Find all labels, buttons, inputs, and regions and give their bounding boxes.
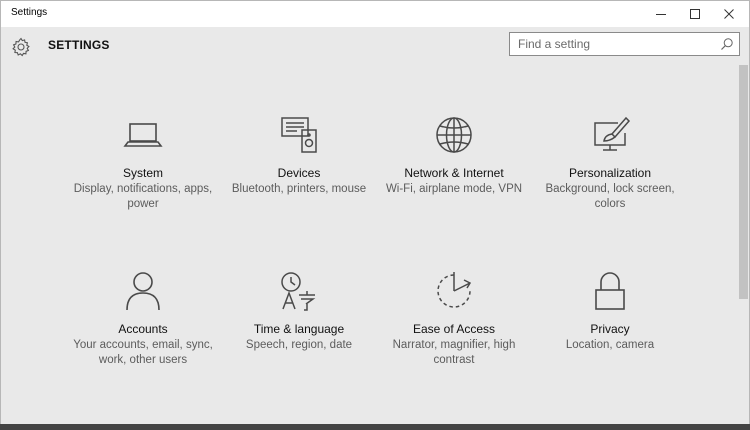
tile-description: Your accounts, email, sync, work, other … bbox=[73, 339, 213, 366]
tile-description: Wi-Fi, airplane mode, VPN bbox=[385, 183, 523, 195]
tile-ease-of-access[interactable]: Ease of Access Narrator, magnifier, high… bbox=[377, 269, 531, 389]
tile-title: Personalization bbox=[568, 166, 652, 180]
search-icon[interactable] bbox=[720, 37, 734, 51]
close-button[interactable] bbox=[709, 1, 749, 27]
search-box[interactable] bbox=[509, 32, 740, 56]
tile-time-language[interactable]: Time & language Speech, region, date bbox=[222, 269, 376, 389]
scrollbar[interactable] bbox=[739, 65, 748, 299]
tile-description: Narrator, magnifier, high contrast bbox=[392, 339, 516, 366]
settings-window: Settings SETTINGS Find a setting System … bbox=[0, 0, 750, 430]
lock-icon bbox=[595, 272, 625, 310]
tile-title: Devices bbox=[277, 166, 321, 180]
tile-privacy[interactable]: Privacy Location, camera bbox=[533, 269, 687, 389]
search-input[interactable] bbox=[518, 36, 714, 52]
title-bar[interactable]: Settings bbox=[1, 1, 749, 27]
person-icon bbox=[126, 272, 160, 311]
page-title: SETTINGS bbox=[48, 38, 110, 52]
tile-description: Display, notifications, apps, power bbox=[73, 183, 213, 210]
tile-personalization[interactable]: Personalization Background, lock screen,… bbox=[533, 113, 687, 233]
time-language-icon bbox=[281, 272, 316, 311]
maximize-icon bbox=[690, 9, 700, 19]
settings-header: SETTINGS bbox=[1, 27, 749, 67]
tile-description: Bluetooth, printers, mouse bbox=[231, 183, 367, 195]
tile-title: System bbox=[122, 166, 163, 180]
tile-title: Time & language bbox=[253, 322, 345, 336]
tile-system[interactable]: System Display, notifications, apps, pow… bbox=[66, 113, 220, 233]
paint-icon bbox=[594, 116, 631, 151]
tile-network[interactable]: Network & Internet Wi-Fi, airplane mode,… bbox=[377, 113, 531, 233]
tile-accounts[interactable]: Accounts Your accounts, email, sync, wor… bbox=[66, 269, 220, 389]
laptop-icon bbox=[123, 123, 163, 147]
gear-icon bbox=[12, 37, 30, 57]
tile-title: Accounts bbox=[118, 322, 168, 336]
globe-icon bbox=[436, 117, 472, 153]
tile-description: Speech, region, date bbox=[245, 339, 353, 351]
tile-devices[interactable]: Devices Bluetooth, printers, mouse bbox=[222, 113, 376, 233]
ease-of-access-icon bbox=[437, 272, 472, 308]
tile-title: Ease of Access bbox=[412, 322, 496, 336]
tile-description: Location, camera bbox=[565, 339, 655, 351]
tile-description: Background, lock screen, colors bbox=[545, 183, 675, 210]
devices-icon bbox=[281, 117, 317, 153]
minimize-icon bbox=[656, 14, 666, 15]
tile-title: Privacy bbox=[590, 322, 630, 336]
tile-title: Network & Internet bbox=[404, 166, 504, 180]
close-icon bbox=[724, 9, 734, 19]
taskbar-edge bbox=[0, 424, 750, 430]
window-title: Settings bbox=[11, 7, 48, 18]
